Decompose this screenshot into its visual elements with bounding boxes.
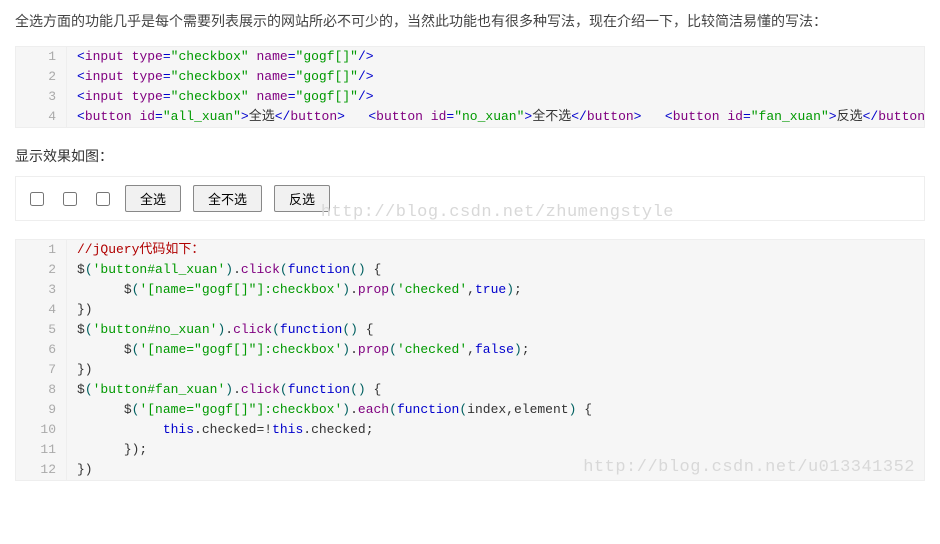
demo-checkbox-2[interactable]	[63, 192, 77, 206]
line-number: 5	[16, 320, 67, 340]
code-content: <input type="checkbox" name="gogf[]"/>	[67, 87, 924, 107]
code-line: 2$('button#all_xuan').click(function() {	[16, 260, 924, 280]
code-line: 3<input type="checkbox" name="gogf[]"/>	[16, 87, 924, 107]
code-line: 4<button id="all_xuan">全选</button> <butt…	[16, 107, 924, 127]
intro-paragraph: 全选方面的功能几乎是每个需要列表展示的网站所必不可少的，当然此功能也有很多种写法…	[15, 10, 925, 32]
code-line: 9 $('[name="gogf[]"]:checkbox').each(fun…	[16, 400, 924, 420]
code-line: 6 $('[name="gogf[]"]:checkbox').prop('ch…	[16, 340, 924, 360]
line-number: 1	[16, 47, 67, 67]
line-number: 2	[16, 67, 67, 87]
code-content: <input type="checkbox" name="gogf[]"/>	[67, 47, 924, 67]
code-line: 10 this.checked=!this.checked;	[16, 420, 924, 440]
line-number: 8	[16, 380, 67, 400]
line-number: 7	[16, 360, 67, 380]
code-line: 5$('button#no_xuan').click(function() {	[16, 320, 924, 340]
line-number: 4	[16, 300, 67, 320]
line-number: 12	[16, 460, 67, 480]
code-content: })	[67, 460, 924, 480]
code-content: this.checked=!this.checked;	[67, 420, 924, 440]
line-number: 9	[16, 400, 67, 420]
code-content: $('button#fan_xuan').click(function() {	[67, 380, 924, 400]
demo-preview: 全选 全不选 反选 http://blog.csdn.net/zhumengst…	[15, 176, 925, 221]
code-line: 8$('button#fan_xuan').click(function() {	[16, 380, 924, 400]
code-content: <button id="all_xuan">全选</button> <butto…	[67, 107, 925, 127]
code-line: 4})	[16, 300, 924, 320]
code-content: $('button#no_xuan').click(function() {	[67, 320, 924, 340]
select-none-button[interactable]: 全不选	[193, 185, 262, 212]
line-number: 3	[16, 280, 67, 300]
line-number: 6	[16, 340, 67, 360]
code-line: 12})	[16, 460, 924, 480]
code-content: <input type="checkbox" name="gogf[]"/>	[67, 67, 924, 87]
code-content: $('[name="gogf[]"]:checkbox').each(funct…	[67, 400, 924, 420]
code-line: 1//jQuery代码如下：	[16, 240, 924, 260]
line-number: 10	[16, 420, 67, 440]
code-content: $('[name="gogf[]"]:checkbox').prop('chec…	[67, 340, 924, 360]
demo-caption: 显示效果如图：	[15, 146, 925, 166]
code-content: $('button#all_xuan').click(function() {	[67, 260, 924, 280]
code-block-jquery: 1//jQuery代码如下：2$('button#all_xuan').clic…	[15, 239, 925, 481]
demo-checkbox-1[interactable]	[30, 192, 44, 206]
invert-select-button[interactable]: 反选	[274, 185, 330, 212]
code-line: 7})	[16, 360, 924, 380]
code-content: //jQuery代码如下：	[67, 240, 924, 260]
code-line: 2<input type="checkbox" name="gogf[]"/>	[16, 67, 924, 87]
line-number: 11	[16, 440, 67, 460]
select-all-button[interactable]: 全选	[125, 185, 181, 212]
code-content: $('[name="gogf[]"]:checkbox').prop('chec…	[67, 280, 924, 300]
code-content: });	[67, 440, 924, 460]
demo-checkbox-3[interactable]	[96, 192, 110, 206]
line-number: 3	[16, 87, 67, 107]
line-number: 1	[16, 240, 67, 260]
code-block-html: 1<input type="checkbox" name="gogf[]"/>2…	[15, 46, 925, 128]
code-content: })	[67, 300, 924, 320]
code-line: 1<input type="checkbox" name="gogf[]"/>	[16, 47, 924, 67]
line-number: 2	[16, 260, 67, 280]
code-line: 11 });	[16, 440, 924, 460]
line-number: 4	[16, 107, 67, 127]
code-line: 3 $('[name="gogf[]"]:checkbox').prop('ch…	[16, 280, 924, 300]
code-content: })	[67, 360, 924, 380]
watermark-text-1: http://blog.csdn.net/zhumengstyle	[321, 203, 674, 222]
